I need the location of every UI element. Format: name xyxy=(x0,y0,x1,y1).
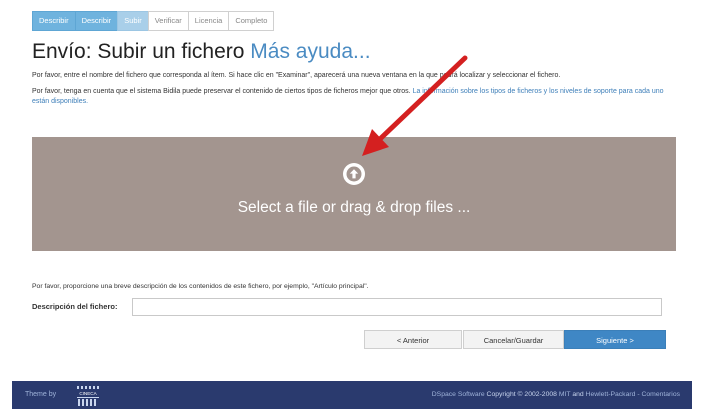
theme-by-label: Theme by xyxy=(25,391,57,398)
progress-steps: Describir Describir Subir Verificar Lice… xyxy=(32,11,275,31)
previous-button[interactable]: < Anterior xyxy=(364,330,462,349)
dropzone-text[interactable]: Select a file or drag & drop files ... xyxy=(238,199,471,217)
file-dropzone[interactable]: Select a file or drag & drop files ... xyxy=(32,137,676,251)
page-title: Envío: Subir un fichero Más ayuda... xyxy=(32,40,371,64)
mit-link[interactable]: MIT xyxy=(559,391,571,398)
svg-text:CINECA: CINECA xyxy=(79,391,97,396)
cancel-save-button[interactable]: Cancelar/Guardar xyxy=(463,330,564,349)
description-hint: Por favor, proporcione una breve descrip… xyxy=(32,283,369,290)
comments-link[interactable]: Comentarios xyxy=(641,391,680,398)
file-types-notice: Por favor, tenga en cuenta que el sistem… xyxy=(32,87,672,107)
instruction-text: Por favor, entre el nombre del fichero q… xyxy=(32,72,561,79)
cineca-logo[interactable]: CINECA xyxy=(74,385,102,407)
page-title-text: Envío: Subir un fichero xyxy=(32,40,245,63)
description-label: Descripción del fichero: xyxy=(32,302,118,311)
help-link[interactable]: Más ayuda... xyxy=(250,40,370,63)
step-describir-1[interactable]: Describir xyxy=(32,11,76,31)
dspace-link[interactable]: DSpace Software xyxy=(432,391,485,398)
next-button[interactable]: Siguiente > xyxy=(564,330,666,349)
step-subir[interactable]: Subir xyxy=(117,11,149,31)
and-text: and xyxy=(572,391,584,398)
hp-link[interactable]: Hewlett-Packard xyxy=(586,391,636,398)
separator-text: - xyxy=(637,391,640,398)
step-completo: Completo xyxy=(228,11,275,31)
step-verificar: Verificar xyxy=(147,11,189,31)
footer: Theme by CINECA DSpace Software Copyrigh… xyxy=(12,381,692,409)
upload-circle-icon[interactable] xyxy=(343,163,365,185)
step-describir-2[interactable]: Describir xyxy=(74,11,119,31)
copyright-text: Copyright © 2002-2008 xyxy=(486,391,557,398)
copyright-notice: DSpace Software Copyright © 2002-2008 MI… xyxy=(432,391,680,398)
file-types-notice-text: Por favor, tenga en cuenta que el sistem… xyxy=(32,88,411,95)
description-input[interactable] xyxy=(132,298,662,316)
step-licencia: Licencia xyxy=(187,11,230,31)
